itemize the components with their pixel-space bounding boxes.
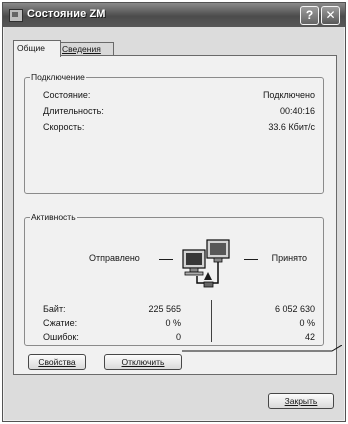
properties-button[interactable]: Свойства: [28, 354, 86, 370]
activity-group: Активность Отправлено Принято Байт: 225 …: [24, 212, 324, 346]
close-icon: ✕: [325, 8, 336, 22]
compression-received: 0 %: [299, 318, 315, 328]
speed-value: 33.6 Кбит/с: [268, 122, 315, 132]
close-button[interactable]: Закрыть: [268, 393, 334, 409]
activity-legend: Активность: [31, 212, 76, 222]
window-title: Состояние ZM: [27, 8, 106, 20]
close-button-label: Закрыть: [284, 396, 318, 406]
duration-label: Длительность:: [43, 106, 104, 116]
bytes-label: Байт:: [43, 304, 66, 314]
close-window-button[interactable]: ✕: [321, 6, 340, 25]
title-bar[interactable]: Состояние ZM ? ✕: [3, 3, 345, 27]
tab-details-label: Сведения: [62, 44, 101, 54]
bytes-sent: 225 565: [148, 304, 181, 314]
received-label: Принято: [271, 253, 307, 263]
network-connection-icon: [182, 239, 230, 288]
status-row: Состояние: Подключено: [43, 90, 315, 102]
status-value: Подключено: [262, 90, 315, 100]
speed-label: Скорость:: [43, 122, 85, 132]
stats-divider: [211, 300, 212, 342]
bytes-received: 6 052 630: [274, 304, 315, 314]
properties-button-label: Свойства: [38, 357, 76, 367]
tab-general[interactable]: Общие: [13, 40, 61, 57]
help-icon: ?: [305, 8, 314, 22]
received-line: [244, 259, 258, 260]
errors-label: Ошибок:: [43, 332, 79, 342]
disconnect-button[interactable]: Отключить: [104, 354, 182, 370]
help-button[interactable]: ?: [300, 6, 319, 25]
tab-general-label: Общие: [17, 43, 45, 53]
sent-label: Отправлено: [89, 253, 140, 263]
duration-value: 00:40:16: [279, 106, 315, 116]
connection-legend: Подключение: [31, 72, 85, 82]
speed-row: Скорость: 33.6 Кбит/с: [43, 122, 315, 134]
compression-sent: 0 %: [165, 318, 181, 328]
general-panel: Подключение Состояние: Подключено Длител…: [13, 55, 337, 375]
disconnect-button-label: Отключить: [121, 357, 165, 367]
errors-received: 42: [304, 332, 315, 342]
connection-icon: [9, 9, 23, 22]
sent-line: [159, 259, 173, 260]
duration-row: Длительность: 00:40:16: [43, 106, 315, 118]
tab-details[interactable]: Сведения: [58, 42, 114, 56]
errors-sent: 0: [175, 332, 181, 342]
status-label: Состояние:: [43, 90, 91, 100]
connection-group: Подключение Состояние: Подключено Длител…: [24, 72, 324, 194]
compression-label: Сжатие:: [43, 318, 78, 328]
callout-pointer-line: [182, 345, 342, 352]
